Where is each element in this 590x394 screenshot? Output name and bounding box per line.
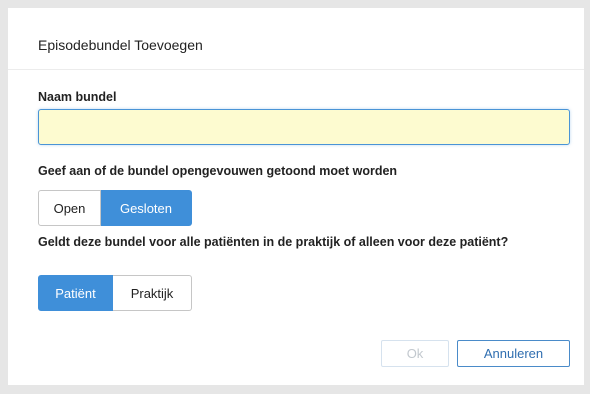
practice-option-button[interactable]: Praktijk: [113, 275, 192, 311]
add-episode-bundle-dialog: Episodebundel Toevoegen Naam bundel Geef…: [8, 8, 584, 385]
dialog-header: Episodebundel Toevoegen: [8, 8, 584, 70]
ok-button[interactable]: Ok: [381, 340, 449, 367]
scope-question: Geldt deze bundel voor alle patiënten in…: [38, 235, 509, 249]
closed-option-button[interactable]: Gesloten: [101, 190, 192, 226]
bundle-name-input[interactable]: [38, 109, 570, 145]
open-state-toggle: Open Gesloten: [38, 190, 192, 226]
open-option-button[interactable]: Open: [38, 190, 101, 226]
open-state-question: Geef aan of de bundel opengevouwen getoo…: [38, 164, 398, 178]
patient-option-button[interactable]: Patiënt: [38, 275, 113, 311]
scope-toggle: Patiënt Praktijk: [38, 275, 192, 311]
dialog-title: Episodebundel Toevoegen: [38, 37, 203, 53]
bundle-name-label: Naam bundel: [38, 90, 117, 104]
cancel-button[interactable]: Annuleren: [457, 340, 570, 367]
